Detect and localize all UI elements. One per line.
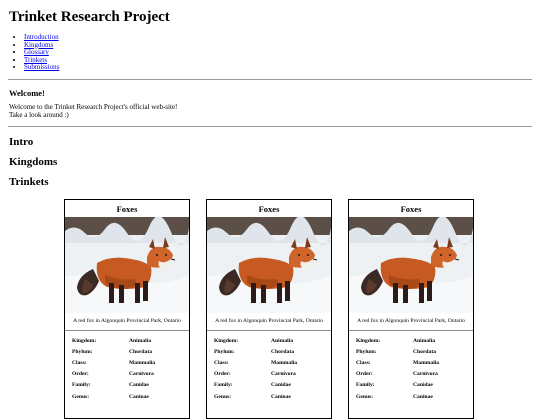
fox-image [349, 217, 473, 313]
fox-photo [349, 217, 473, 313]
taxon-value: Carnivora [413, 371, 438, 378]
table-row: Family: Canidae [356, 380, 439, 391]
divider [8, 79, 532, 80]
fox-photo [65, 217, 189, 313]
taxon-label: Phylum: [72, 348, 93, 355]
taxon-label: Family: [72, 382, 91, 389]
table-row: Genus: Caninae [356, 391, 439, 402]
taxon-value: Canidae [129, 382, 149, 389]
table-row: Family: Canidae [72, 380, 155, 391]
table-row: Class: Mammalia [356, 357, 439, 368]
trinket-card: Foxes A red fox in Algonquin Provincial … [348, 199, 474, 419]
nav-item: Submissions [24, 64, 59, 72]
taxon-label: Phylum: [356, 348, 377, 355]
taxon-value: Canidae [271, 382, 291, 389]
photo-caption: A red fox in Algonquin Provincial Park, … [357, 318, 465, 324]
table-row: Genus: Caninae [72, 391, 155, 402]
taxon-label: Class: [72, 359, 87, 366]
photo-caption: A red fox in Algonquin Provincial Park, … [215, 318, 323, 324]
welcome-line-1: Welcome to the Trinket Research Project'… [9, 103, 178, 111]
welcome-heading: Welcome! [9, 88, 45, 98]
taxon-value: Animalia [413, 337, 436, 344]
taxon-label: Order: [356, 371, 373, 378]
trinket-card: Foxes A red fox in Algonquin Provincial … [64, 199, 190, 419]
card-title: Foxes [400, 204, 422, 214]
table-row: Order: Carnivora [356, 369, 439, 380]
section-heading-intro: Intro [9, 136, 34, 148]
welcome-line-2: Take a look around :) [9, 111, 69, 119]
taxonomy-table: Kingdom: Animalia Phylum: Chordata Class: M… [356, 335, 439, 402]
fox-photo [207, 217, 331, 313]
card-title: Foxes [116, 204, 138, 214]
table-row: Order: Carnivora [214, 369, 297, 380]
fox-image [65, 217, 189, 313]
taxon-label: Kingdom: [214, 337, 239, 344]
trinket-card: Foxes A red fox in Algonquin Provincial … [206, 199, 332, 419]
divider [65, 330, 189, 331]
taxon-value: Mammalia [129, 359, 156, 366]
table-row: Phylum: Chordata [214, 346, 297, 357]
taxon-value: Carnivora [271, 371, 296, 378]
table-row: Kingdom: Animalia [72, 335, 155, 346]
taxon-value: Chordata [129, 348, 152, 355]
taxon-value: Chordata [413, 348, 436, 355]
table-row: Order: Carnivora [72, 369, 155, 380]
nav-link-submissions[interactable]: Submissions [24, 63, 59, 72]
taxon-label: Phylum: [214, 348, 235, 355]
divider [349, 330, 473, 331]
taxon-value: Caninae [413, 393, 433, 400]
taxon-label: Class: [214, 359, 229, 366]
taxon-label: Kingdom: [356, 337, 381, 344]
taxon-value: Caninae [129, 393, 149, 400]
fox-image [207, 217, 331, 313]
table-row: Phylum: Chordata [356, 346, 439, 357]
table-row: Phylum: Chordata [72, 346, 155, 357]
taxon-value: Canidae [413, 382, 433, 389]
table-row: Genus: Caninae [214, 391, 297, 402]
taxonomy-table: Kingdom: Animalia Phylum: Chordata Class: M… [214, 335, 297, 402]
taxon-label: Genus: [356, 393, 374, 400]
site-title: Trinket Research Project [9, 9, 170, 25]
taxonomy-table: Kingdom: Animalia Phylum: Chordata Class: M… [72, 335, 155, 402]
table-row: Class: Mammalia [214, 357, 297, 368]
taxon-label: Class: [356, 359, 371, 366]
section-heading-kingdoms: Kingdoms [9, 156, 58, 168]
taxon-value: Carnivora [129, 371, 154, 378]
card-title: Foxes [258, 204, 280, 214]
section-heading-trinkets: Trinkets [9, 176, 49, 188]
taxon-label: Family: [214, 382, 233, 389]
taxon-value: Chordata [271, 348, 294, 355]
taxon-label: Family: [356, 382, 375, 389]
taxon-label: Genus: [72, 393, 90, 400]
taxon-value: Mammalia [271, 359, 298, 366]
taxon-value: Animalia [129, 337, 152, 344]
table-row: Kingdom: Animalia [356, 335, 439, 346]
taxon-value: Animalia [271, 337, 294, 344]
taxon-label: Genus: [214, 393, 232, 400]
taxon-label: Order: [214, 371, 231, 378]
divider [207, 330, 331, 331]
welcome-text: Welcome to the Trinket Research Project'… [9, 103, 177, 119]
table-row: Kingdom: Animalia [214, 335, 297, 346]
taxon-label: Order: [72, 371, 89, 378]
taxon-label: Kingdom: [72, 337, 97, 344]
table-row: Class: Mammalia [72, 357, 155, 368]
photo-caption: A red fox in Algonquin Provincial Park, … [73, 318, 181, 324]
table-row: Family: Canidae [214, 380, 297, 391]
nav-list: Introduction Kingdoms Glossary Trinkets … [12, 33, 59, 72]
divider [8, 126, 532, 127]
taxon-value: Mammalia [413, 359, 440, 366]
taxon-value: Caninae [271, 393, 291, 400]
